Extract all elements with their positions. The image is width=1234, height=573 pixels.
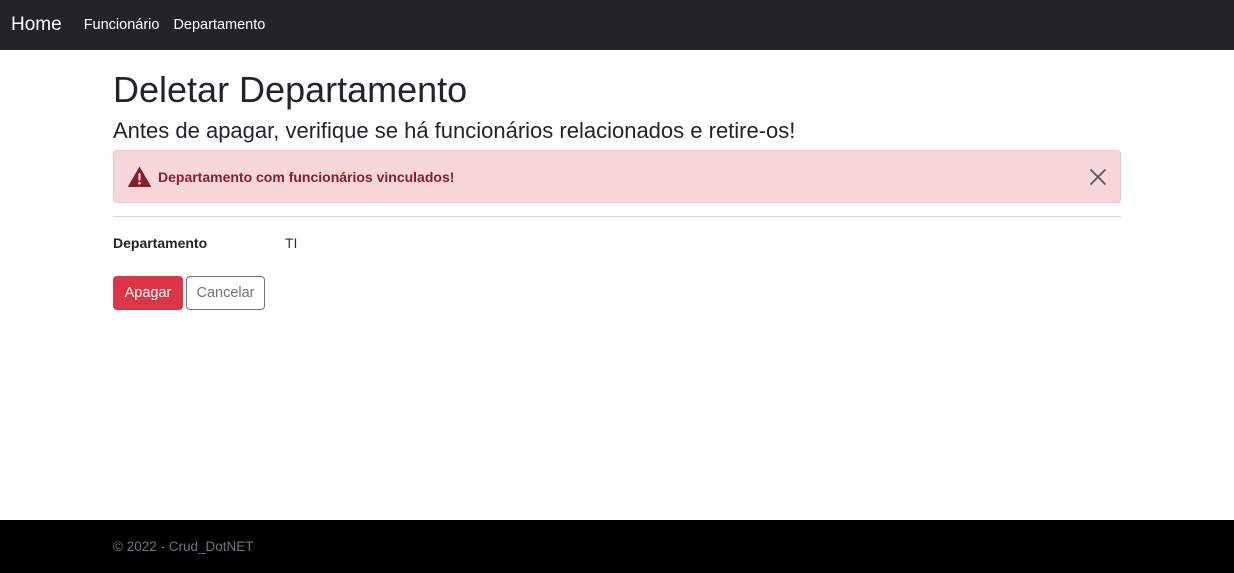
divider [113,216,1121,217]
alert-message: Departamento com funcionários vinculados… [158,168,455,185]
cancel-button[interactable]: Cancelar [186,276,265,310]
footer-copyright: © 2022 - Crud_DotNET [113,539,254,554]
page-title: Deletar Departamento [113,69,468,110]
detail-list: Departamento TI [113,235,297,251]
delete-button[interactable]: Apagar [113,276,183,310]
nav-link-departamento[interactable]: Departamento [173,17,265,33]
nav-link-funcionario[interactable]: Funcionário [84,17,160,33]
page-subtitle: Antes de apagar, verifique se há funcion… [113,118,796,143]
top-navbar: Home Funcionário Departamento [0,0,1234,50]
footer: © 2022 - Crud_DotNET [0,520,1234,573]
detail-label: Departamento [113,235,208,251]
home-link[interactable]: Home [11,14,62,36]
detail-value: TI [285,235,298,251]
error-alert: Departamento com funcionários vinculados… [113,150,1121,203]
close-icon[interactable] [1088,167,1108,187]
warning-triangle-icon [128,166,151,187]
